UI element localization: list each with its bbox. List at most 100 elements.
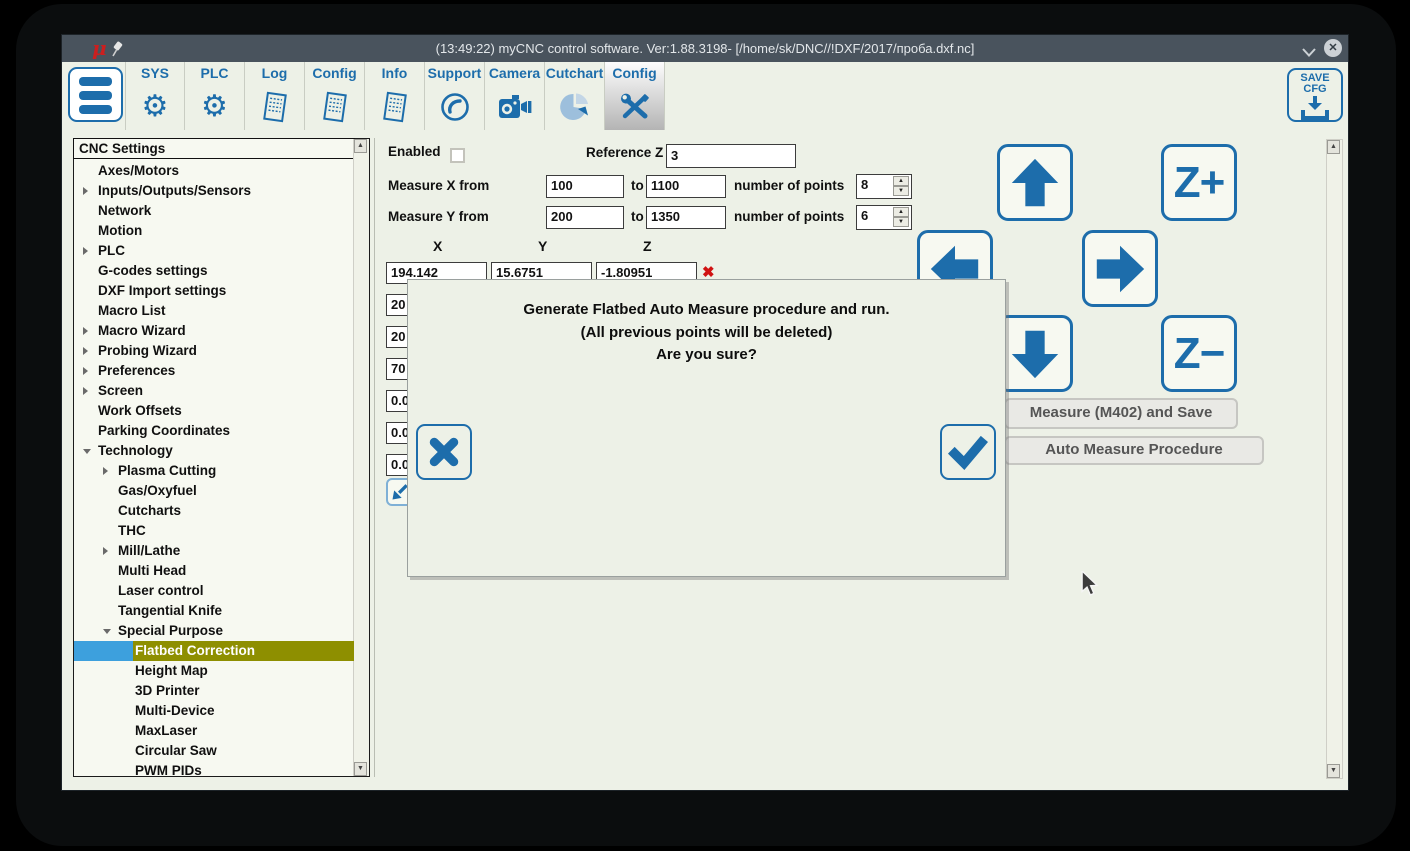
main-scroll-down-icon[interactable]: ▼ — [1327, 764, 1340, 778]
main-menu-button[interactable] — [68, 67, 123, 122]
dialog-line-2: (All previous points will be deleted) — [580, 324, 833, 341]
spin-down-icon[interactable]: ▼ — [893, 186, 909, 196]
tree-item-flatbed-correction[interactable]: Flatbed Correction — [74, 641, 354, 661]
tree-item-technology[interactable]: Technology — [74, 441, 354, 461]
tab-plc[interactable]: PLC ⚙ — [185, 62, 245, 130]
close-icon[interactable]: ✕ — [1324, 39, 1342, 57]
tab-label: Camera — [488, 65, 541, 81]
pin-icon[interactable] — [110, 41, 124, 62]
enabled-checkbox[interactable] — [450, 148, 465, 163]
measure-y-from-input[interactable]: 200 — [546, 206, 624, 229]
points-y-spinner[interactable]: 6 ▲ ▼ — [856, 205, 912, 230]
tab-config-tools[interactable]: Config — [605, 62, 665, 130]
collapsed-arrow-icon[interactable] — [83, 187, 88, 195]
tab-label: PLC — [200, 65, 229, 81]
tab-log[interactable]: Log — [245, 62, 305, 130]
reference-z-input[interactable]: 3 — [666, 144, 796, 168]
tab-camera[interactable]: Camera — [485, 62, 545, 130]
tab-info[interactable]: Info — [365, 62, 425, 130]
tab-config[interactable]: Config — [305, 62, 365, 130]
tree-item-3d-printer[interactable]: 3D Printer — [74, 681, 354, 701]
tree-item-label: Axes/Motors — [98, 163, 180, 178]
dialog-line-3: Are you sure? — [656, 346, 757, 363]
tree-item-tangential-knife[interactable]: Tangential Knife — [74, 601, 354, 621]
tree-item-gas-oxyfuel[interactable]: Gas/Oxyfuel — [74, 481, 354, 501]
spin-up-icon[interactable]: ▲ — [893, 207, 909, 217]
tree-item-plasma-cutting[interactable]: Plasma Cutting — [74, 461, 354, 481]
jog-z-minus-button[interactable]: Z− — [1161, 315, 1237, 392]
tree-item-g-codes-settings[interactable]: G-codes settings — [74, 261, 354, 281]
tree-item-multi-device[interactable]: Multi-Device — [74, 701, 354, 721]
tab-sys[interactable]: SYS ⚙ — [125, 62, 185, 130]
measure-y-to-input[interactable]: 1350 — [646, 206, 726, 229]
jog-up-button[interactable] — [997, 144, 1073, 221]
collapsed-arrow-icon[interactable] — [103, 547, 108, 555]
expanded-arrow-icon[interactable] — [83, 449, 91, 454]
tree-item-multi-head[interactable]: Multi Head — [74, 561, 354, 581]
auto-measure-button[interactable]: Auto Measure Procedure — [1004, 436, 1264, 465]
dialog-confirm-button[interactable] — [940, 424, 996, 480]
tree-item-parking-coordinates[interactable]: Parking Coordinates — [74, 421, 354, 441]
tree-item-laser-control[interactable]: Laser control — [74, 581, 354, 601]
tree-item-dxf-import-settings[interactable]: DXF Import settings — [74, 281, 354, 301]
tree-item-label: Technology — [98, 443, 173, 458]
expanded-arrow-icon[interactable] — [103, 629, 111, 634]
tree-item-circular-saw[interactable]: Circular Saw — [74, 741, 354, 761]
collapsed-arrow-icon[interactable] — [83, 327, 88, 335]
tree-item-maxlaser[interactable]: MaxLaser — [74, 721, 354, 741]
tree-item-preferences[interactable]: Preferences — [74, 361, 354, 381]
tree-item-special-purpose[interactable]: Special Purpose — [74, 621, 354, 641]
tree-item-network[interactable]: Network — [74, 201, 354, 221]
tree-item-motion[interactable]: Motion — [74, 221, 354, 241]
camera-icon — [485, 87, 544, 127]
tab-label: SYS — [140, 65, 169, 81]
spin-up-icon[interactable]: ▲ — [893, 176, 909, 186]
dialog-cancel-button[interactable] — [416, 424, 472, 480]
gear-icon: ⚙ — [201, 90, 228, 123]
tab-support[interactable]: Support — [425, 62, 485, 130]
tree-item-macro-list[interactable]: Macro List — [74, 301, 354, 321]
measure-x-to-input[interactable]: 1100 — [646, 175, 726, 198]
tree-item-height-map[interactable]: Height Map — [74, 661, 354, 681]
points-y-label: number of points — [734, 209, 845, 224]
jog-right-button[interactable] — [1082, 230, 1158, 307]
gear-icon: ⚙ — [141, 90, 169, 123]
tree-item-screen[interactable]: Screen — [74, 381, 354, 401]
collapsed-arrow-icon[interactable] — [83, 387, 88, 395]
tree-item-inputs-outputs-sensors[interactable]: Inputs/Outputs/Sensors — [74, 181, 354, 201]
collapsed-arrow-icon[interactable] — [83, 347, 88, 355]
main-scroll-up-icon[interactable]: ▲ — [1327, 140, 1340, 154]
tree-scrollbar[interactable]: ▲ ▼ — [353, 139, 369, 776]
save-cfg-button[interactable]: SAVE CFG — [1287, 68, 1343, 122]
collapsed-arrow-icon[interactable] — [83, 247, 88, 255]
tree-item-work-offsets[interactable]: Work Offsets — [74, 401, 354, 421]
collapsed-arrow-icon[interactable] — [103, 467, 108, 475]
points-x-label: number of points — [734, 178, 845, 193]
tab-cutchart[interactable]: Cutchart — [545, 62, 605, 130]
tree-item-mill-lathe[interactable]: Mill/Lathe — [74, 541, 354, 561]
tree-scroll-down-icon[interactable]: ▼ — [354, 762, 367, 776]
tree-item-plc[interactable]: PLC — [74, 241, 354, 261]
tree-scroll-up-icon[interactable]: ▲ — [354, 139, 367, 153]
spin-down-icon[interactable]: ▼ — [893, 217, 909, 227]
chevron-down-icon[interactable] — [1302, 44, 1316, 62]
tree-item-axes-motors[interactable]: Axes/Motors — [74, 161, 354, 181]
tree-item-pwm-pids[interactable]: PWM PIDs — [74, 761, 354, 781]
tree-item-macro-wizard[interactable]: Macro Wizard — [74, 321, 354, 341]
jog-z-plus-button[interactable]: Z+ — [1161, 144, 1237, 221]
collapsed-arrow-icon[interactable] — [83, 367, 88, 375]
measure-save-button[interactable]: Measure (M402) and Save — [1004, 398, 1238, 429]
main-scrollbar[interactable]: ▲ ▼ — [1326, 139, 1343, 779]
measure-x-from-input[interactable]: 100 — [546, 175, 624, 198]
points-x-spinner[interactable]: 8 ▲ ▼ — [856, 174, 912, 199]
tree-item-cutcharts[interactable]: Cutcharts — [74, 501, 354, 521]
jog-down-button[interactable] — [997, 315, 1073, 392]
tree-item-probing-wizard[interactable]: Probing Wizard — [74, 341, 354, 361]
tree-item-thc[interactable]: THC — [74, 521, 354, 541]
tree-root-header[interactable]: CNC Settings — [73, 138, 355, 159]
tree-item-label: Cutcharts — [118, 503, 182, 518]
tree-item-label: THC — [118, 523, 146, 538]
tree-item-label: Circular Saw — [135, 743, 217, 758]
tab-label: Cutchart — [545, 65, 604, 81]
tree-item-label: PLC — [98, 243, 125, 258]
